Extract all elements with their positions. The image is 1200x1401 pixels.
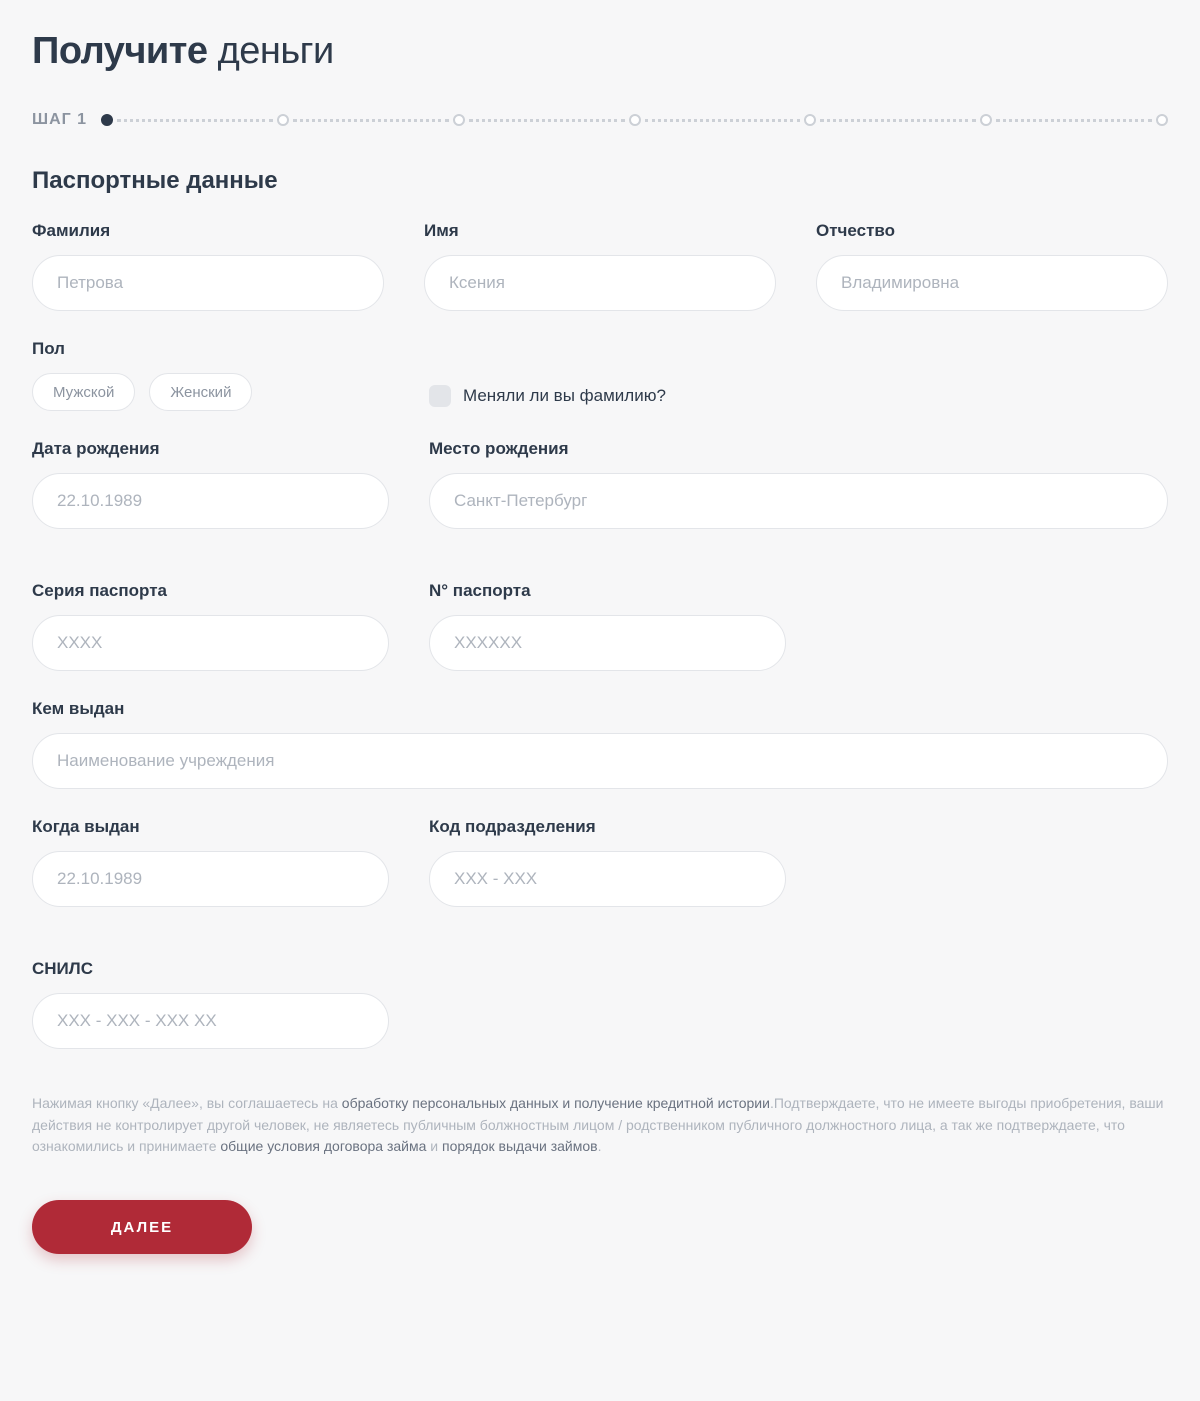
gender-label: Пол	[32, 339, 389, 359]
disclaimer: Нажимая кнопку «Далее», вы соглашаетесь …	[32, 1093, 1168, 1158]
link-loan-issuance[interactable]: порядок выдачи займов	[442, 1138, 598, 1154]
issue-date-input[interactable]	[32, 851, 389, 907]
name-input[interactable]	[424, 255, 776, 311]
page-title: Получите деньги	[32, 30, 1168, 73]
dept-code-input[interactable]	[429, 851, 786, 907]
step-dot-4	[629, 114, 641, 126]
gender-male-button[interactable]: Мужской	[32, 373, 135, 411]
next-button[interactable]: ДАЛЕЕ	[32, 1200, 252, 1254]
issued-by-label: Кем выдан	[32, 699, 1168, 719]
issue-date-label: Когда выдан	[32, 817, 389, 837]
passport-series-input[interactable]	[32, 615, 389, 671]
dob-label: Дата рождения	[32, 439, 389, 459]
step-dot-5	[804, 114, 816, 126]
gender-female-button[interactable]: Женский	[149, 373, 252, 411]
link-loan-terms[interactable]: общие условия договора займа	[220, 1138, 426, 1154]
name-changed-checkbox[interactable]	[429, 385, 451, 407]
passport-num-label: N° паспорта	[429, 581, 786, 601]
passport-num-input[interactable]	[429, 615, 786, 671]
step-label: ШАГ 1	[32, 111, 87, 129]
passport-series-label: Серия паспорта	[32, 581, 389, 601]
step-dot-3	[453, 114, 465, 126]
section-heading: Паспортные данные	[32, 167, 1168, 195]
patronymic-label: Отчество	[816, 221, 1168, 241]
name-label: Имя	[424, 221, 776, 241]
step-dot-2	[277, 114, 289, 126]
stepper: ШАГ 1	[32, 111, 1168, 129]
step-dot-1	[101, 114, 113, 126]
step-dot-6	[980, 114, 992, 126]
snils-input[interactable]	[32, 993, 389, 1049]
step-dot-7	[1156, 114, 1168, 126]
birthplace-label: Место рождения	[429, 439, 1168, 459]
dob-input[interactable]	[32, 473, 389, 529]
issued-by-input[interactable]	[32, 733, 1168, 789]
patronymic-input[interactable]	[816, 255, 1168, 311]
name-changed-label: Меняли ли вы фамилию?	[463, 386, 666, 406]
surname-input[interactable]	[32, 255, 384, 311]
link-personal-data[interactable]: обработку персональных данных и получени…	[342, 1095, 770, 1111]
dept-code-label: Код подразделения	[429, 817, 786, 837]
surname-label: Фамилия	[32, 221, 384, 241]
snils-label: СНИЛС	[32, 959, 389, 979]
birthplace-input[interactable]	[429, 473, 1168, 529]
